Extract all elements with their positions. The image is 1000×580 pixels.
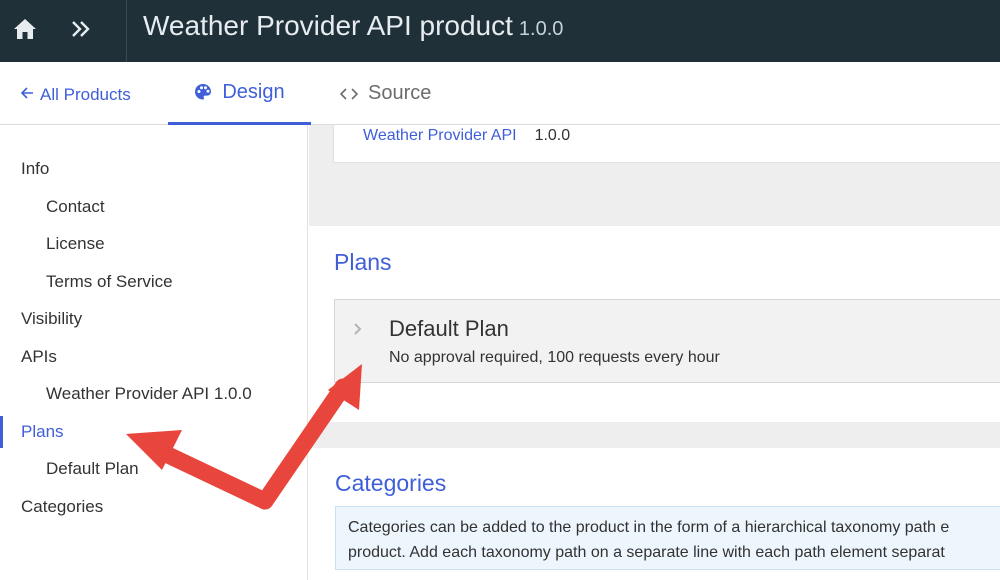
code-icon [340, 87, 358, 100]
tab-bar: All Products Design Source [0, 62, 1000, 125]
palette-icon [194, 83, 212, 101]
categories-info-line-1: Categories can be added to the product i… [348, 519, 950, 536]
tab-design[interactable]: Design [168, 62, 311, 125]
sidebar-nav: Info Contact License Terms of Service Vi… [0, 125, 308, 580]
main-content: Weather Provider API 1.0.0 Plans Default… [309, 125, 1000, 580]
active-indicator [0, 416, 3, 448]
product-version: 1.0.0 [518, 18, 564, 40]
sidebar-item-weather-provider-api[interactable]: Weather Provider API 1.0.0 [46, 379, 252, 409]
tab-design-label: Design [222, 80, 285, 103]
sidebar-item-categories[interactable]: Categories [21, 492, 103, 522]
sidebar-item-terms-of-service[interactable]: Terms of Service [46, 267, 173, 297]
sidebar-item-apis[interactable]: APIs [21, 342, 57, 372]
chevron-right-icon[interactable] [353, 322, 363, 341]
tab-source-label: Source [368, 82, 432, 104]
api-link[interactable]: Weather Provider API [363, 127, 517, 145]
categories-info-box: Categories can be added to the product i… [335, 506, 1000, 570]
sidebar-item-visibility[interactable]: Visibility [21, 304, 82, 334]
sidebar-item-contact[interactable]: Contact [46, 192, 105, 222]
plans-heading: Plans [334, 249, 392, 275]
page-title: Weather Provider API product 1.0.0 [143, 10, 563, 46]
sidebar-item-info[interactable]: Info [21, 154, 49, 184]
expand-nav-button[interactable] [56, 0, 106, 62]
plan-item[interactable]: Default Plan No approval required, 100 r… [334, 299, 1000, 383]
sidebar-item-license[interactable]: License [46, 229, 105, 259]
plans-card: Plans Default Plan No approval required,… [309, 226, 1000, 422]
plan-description: No approval required, 100 requests every… [389, 349, 720, 366]
sidebar-item-plans[interactable]: Plans [21, 417, 64, 447]
categories-card: Categories Categories can be added to th… [309, 448, 1000, 580]
all-products-link[interactable]: All Products [20, 84, 131, 105]
double-chevron-right-icon [71, 20, 91, 43]
all-products-label: All Products [40, 84, 131, 104]
home-icon [13, 18, 37, 45]
tab-source[interactable]: Source [330, 62, 450, 125]
arrow-left-icon [20, 84, 34, 105]
categories-info-text: Categories can be added to the product i… [348, 515, 1000, 565]
home-button[interactable] [0, 0, 50, 62]
product-name: Weather Provider API product [143, 10, 513, 41]
sidebar-item-default-plan[interactable]: Default Plan [46, 454, 139, 484]
categories-heading: Categories [335, 470, 447, 496]
api-row: Weather Provider API 1.0.0 [363, 125, 570, 147]
header-divider [126, 0, 127, 62]
apis-card: Weather Provider API 1.0.0 [333, 125, 1000, 163]
plan-name: Default Plan [389, 316, 509, 341]
top-header: Weather Provider API product 1.0.0 [0, 0, 1000, 62]
api-version: 1.0.0 [534, 127, 571, 144]
categories-info-line-2: product. Add each taxonomy path on a sep… [348, 544, 945, 561]
